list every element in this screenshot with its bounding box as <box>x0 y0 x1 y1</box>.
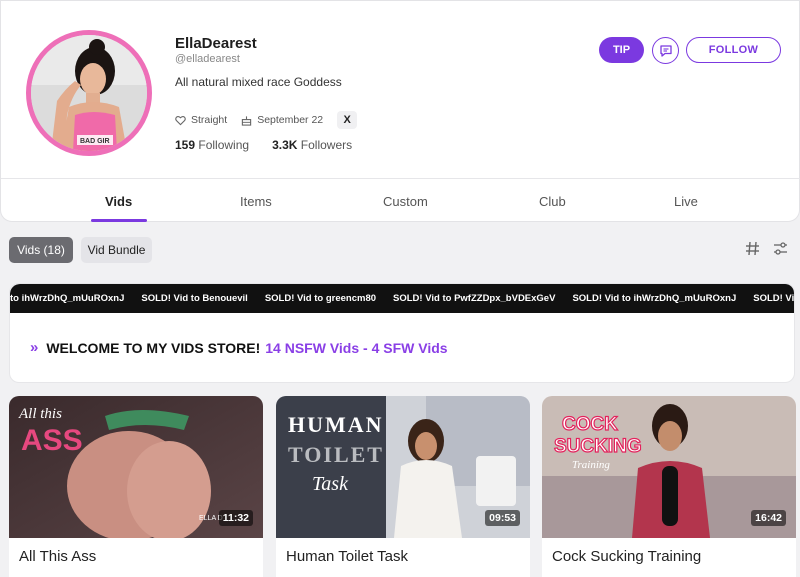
birthday-meta: September 22 <box>241 114 323 126</box>
video-title[interactable]: Cock Sucking Training <box>552 548 701 565</box>
profile-bio: All natural mixed race Goddess <box>175 75 342 89</box>
following-stat[interactable]: 159 Following <box>175 138 249 152</box>
tip-button[interactable]: TIP <box>599 37 644 63</box>
cake-icon <box>242 115 252 126</box>
birthday-label: September 22 <box>257 114 324 126</box>
follow-button[interactable]: FOLLOW <box>686 37 781 63</box>
store-welcome: » WELCOME TO MY VIDS STORE! 14 NSFW Vids… <box>30 339 448 356</box>
followers-stat[interactable]: 3.3K Followers <box>272 138 352 152</box>
video-duration: 11:32 <box>218 510 253 526</box>
orientation-meta: Straight <box>175 114 227 126</box>
sales-ticker: to ihWrzDhQ_mUuROxnJ SOLD! Vid to Benoue… <box>10 284 795 313</box>
ticker-item: SOLD! Vid to PwfZZDpx_bVDExGeV <box>393 293 556 304</box>
tab-live[interactable]: Live <box>674 194 698 209</box>
ticker-item: SOLD! Vid to greencm80 <box>264 293 377 304</box>
profile-meta: Straight September 22 X <box>175 111 358 129</box>
thumb-overlay-text: Training <box>572 459 610 471</box>
avatar-shirt-text: BAD GIR <box>80 138 110 145</box>
thumb-overlay-text: SUCKING <box>554 436 642 457</box>
tab-vids[interactable]: Vids <box>105 194 132 209</box>
thumb-overlay-text: ASS <box>21 424 83 457</box>
video-card[interactable]: COCK SUCKING Training 16:42 Cock Sucking… <box>542 396 796 577</box>
video-duration: 09:53 <box>485 510 520 526</box>
double-chevron-icon: » <box>30 339 39 356</box>
profile-stats: 159 Following 3.3K Followers <box>175 138 375 152</box>
thumb-overlay-text: Task <box>312 473 349 495</box>
video-card[interactable]: All this ASS ELLA D 11:32 All This Ass <box>9 396 263 577</box>
vid-count-text: 14 NSFW Vids - 4 SFW Vids <box>265 339 448 356</box>
ticker-item: SOLD! Vid to Benouevil <box>141 293 248 304</box>
video-card[interactable]: HUMAN TOILET Task 09:53 Human Toilet Tas… <box>276 396 530 577</box>
active-tab-indicator <box>91 219 147 222</box>
tabs-divider <box>1 178 800 179</box>
thumb-overlay-text: HUMAN <box>288 412 384 437</box>
profile-header: BAD GIR EllaDearest @elladearest All nat… <box>0 0 800 222</box>
welcome-text: WELCOME TO MY VIDS STORE! <box>46 339 261 356</box>
profile-handle: @elladearest <box>175 53 240 65</box>
video-duration: 16:42 <box>751 510 786 526</box>
thumb-overlay-text: TOILET <box>288 442 384 467</box>
message-button[interactable] <box>652 37 679 64</box>
tab-items[interactable]: Items <box>240 194 272 209</box>
ticker-item: to ihWrzDhQ_mUuROxnJ <box>10 293 125 304</box>
video-title[interactable]: Human Toilet Task <box>286 548 408 565</box>
tab-club[interactable]: Club <box>539 194 566 209</box>
filter-settings-icon[interactable] <box>773 241 788 260</box>
heart-icon <box>175 115 186 125</box>
vids-store-banner: to ihWrzDhQ_mUuROxnJ SOLD! Vid to Benoue… <box>9 283 795 383</box>
ticker-item: SOLD! Vid <box>753 293 795 304</box>
video-title[interactable]: All This Ass <box>19 548 96 565</box>
orientation-label: Straight <box>191 114 228 126</box>
filter-vids[interactable]: Vids (18) <box>9 237 73 263</box>
filter-vid-bundle[interactable]: Vid Bundle <box>81 237 152 263</box>
thumb-overlay-text: COCK <box>562 414 618 435</box>
tab-custom[interactable]: Custom <box>383 194 428 209</box>
ticker-item: SOLD! Vid to ihWrzDhQ_mUuROxnJ <box>572 293 737 304</box>
profile-name: EllaDearest <box>175 35 257 52</box>
chat-icon <box>659 44 672 57</box>
thumb-overlay-text: All this <box>18 406 62 422</box>
avatar[interactable]: BAD GIR <box>26 30 152 156</box>
x-social-link[interactable]: X <box>337 111 358 129</box>
grid-view-icon[interactable] <box>745 241 760 260</box>
